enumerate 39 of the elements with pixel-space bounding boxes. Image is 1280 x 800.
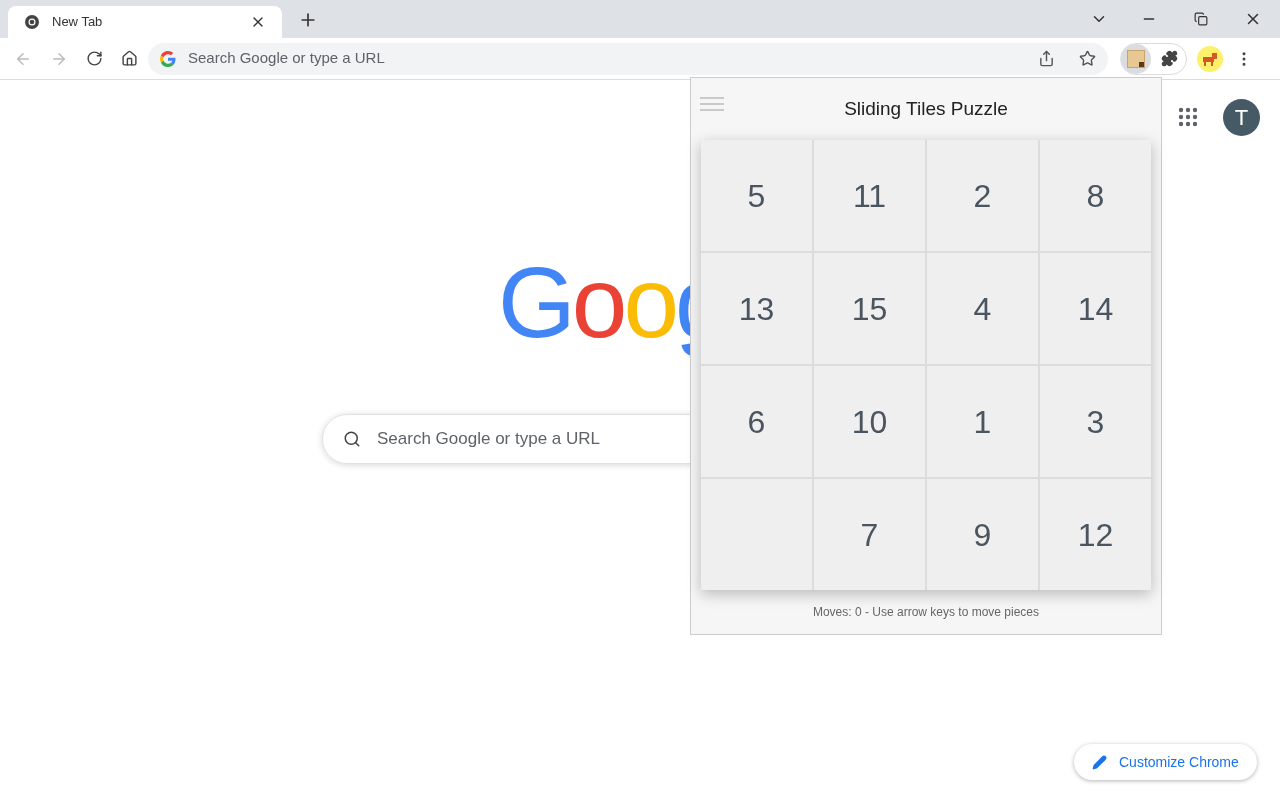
reload-icon[interactable] [86,50,103,67]
puzzle-tile[interactable]: 4 [927,253,1038,364]
puzzle-tile[interactable]: 1 [927,366,1038,477]
avatar[interactable]: T [1223,99,1260,136]
puzzle-tile[interactable]: 10 [814,366,925,477]
apps-grid-icon[interactable] [1178,107,1198,127]
popup-title: Sliding Tiles Puzzle [844,96,1008,121]
puzzle-tile[interactable]: 14 [1040,253,1151,364]
extension-button[interactable] [1121,43,1151,74]
search-icon [343,430,361,448]
pencil-icon [1092,754,1107,770]
puzzle-tile[interactable]: 9 [927,479,1038,590]
browser-tab[interactable]: New Tab [8,6,282,38]
profile-button[interactable] [1197,45,1223,72]
puzzle-tile[interactable]: 15 [814,253,925,364]
puzzle-tile[interactable]: 2 [927,140,1038,251]
puzzle-tile[interactable]: 7 [814,479,925,590]
puzzle-tile[interactable]: 3 [1040,366,1151,477]
puzzle-tile[interactable]: 13 [701,253,812,364]
puzzle-tile[interactable]: 6 [701,366,812,477]
puzzle-tile[interactable]: 8 [1040,140,1151,251]
puzzle-piece-icon[interactable] [1161,50,1178,67]
search-placeholder: Search Google or type a URL [377,428,600,451]
google-g-icon [160,50,176,67]
puzzle-tile[interactable]: 12 [1040,479,1151,590]
share-icon[interactable] [1038,50,1055,67]
dog-icon [1201,51,1219,66]
address-bar[interactable]: Search Google or type a URL [148,42,1108,75]
restore-icon[interactable] [1194,12,1208,26]
chrome-icon [24,14,40,30]
tab-title: New Tab [52,13,104,32]
puzzle-tile[interactable]: 5 [701,140,812,251]
moves-status: Moves: 0 - Use arrow keys to move pieces [812,604,1040,621]
address-placeholder: Search Google or type a URL [188,48,386,69]
customize-chrome-button[interactable]: Customize Chrome [1074,744,1257,780]
tile-grid-icon [1127,49,1145,68]
bookmark-star-icon[interactable] [1079,50,1096,67]
home-icon[interactable] [121,50,138,67]
puzzle-tile[interactable]: 11 [814,140,925,251]
